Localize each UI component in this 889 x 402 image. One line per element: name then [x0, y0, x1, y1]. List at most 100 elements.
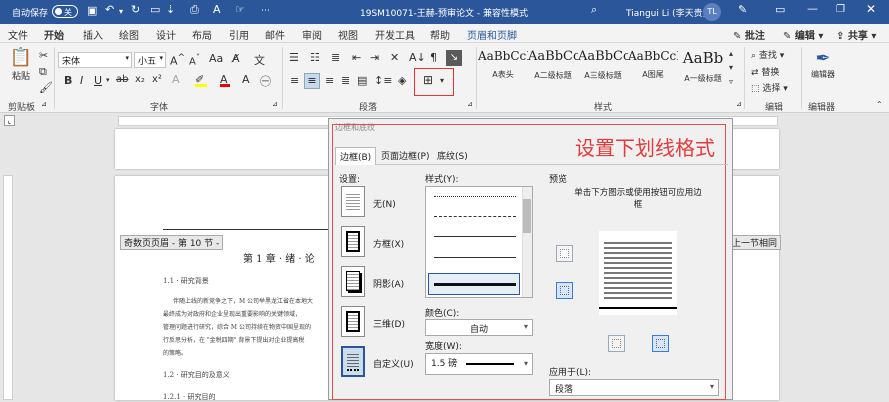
- replace-button[interactable]: ⇄ 替换: [751, 65, 779, 78]
- copy-icon[interactable]: ⧉: [39, 65, 47, 79]
- style-a-level3[interactable]: AaBbCc A三级标题: [578, 49, 628, 81]
- minimize-icon[interactable]: —: [807, 2, 818, 15]
- setting-box[interactable]: 方框(X): [373, 237, 404, 250]
- customize-qat-icon[interactable]: ⇣: [166, 3, 175, 16]
- middle-border-button[interactable]: [556, 282, 573, 299]
- pen-icon[interactable]: ✎: [738, 3, 747, 16]
- font-color-icon[interactable]: A: [220, 73, 230, 87]
- more-qat-icon[interactable]: ⋯: [261, 6, 270, 16]
- clear-format-icon[interactable]: A̸: [232, 52, 240, 65]
- cut-icon[interactable]: ✂: [39, 49, 48, 62]
- align-right-icon[interactable]: ≡: [325, 74, 334, 87]
- chinese-layout-icon[interactable]: ✕: [390, 51, 399, 64]
- phonetic-icon[interactable]: 文: [254, 52, 265, 68]
- change-case-icon[interactable]: Aa: [209, 52, 223, 65]
- annotate-button[interactable]: ✎ 批注: [733, 27, 765, 42]
- tab-developer[interactable]: 开发工具: [375, 27, 415, 42]
- underline-dropdown-icon[interactable]: ▾: [106, 76, 110, 84]
- tab-draw[interactable]: 绘图: [119, 27, 139, 42]
- text-effects-icon[interactable]: A: [172, 73, 180, 86]
- style-a-level1[interactable]: AaBb A一级标题: [678, 49, 728, 84]
- border-preview[interactable]: [599, 231, 677, 315]
- clipboard-launcher-icon[interactable]: ⊿: [41, 100, 47, 108]
- styles-down-icon[interactable]: ▾: [729, 63, 733, 72]
- setting-custom-icon[interactable]: [341, 346, 365, 377]
- tab-layout[interactable]: 布局: [192, 27, 212, 42]
- sort-icon[interactable]: A↓: [409, 51, 426, 64]
- style-a-level2[interactable]: AaBbCc A二级标题: [528, 49, 578, 81]
- setting-none-icon[interactable]: [341, 186, 365, 217]
- redo-icon[interactable]: ↻: [131, 3, 140, 16]
- print-preview-icon[interactable]: ⎙: [190, 3, 199, 17]
- styles-up-icon[interactable]: ▴: [729, 49, 733, 58]
- font-size-select[interactable]: 小五 ▾: [134, 52, 166, 68]
- distribute-icon[interactable]: ▤: [357, 74, 367, 87]
- font-name-select[interactable]: 宋体 ▾: [58, 52, 132, 68]
- paragraph-launcher-icon[interactable]: ⊿: [467, 100, 473, 108]
- setting-3d[interactable]: 三维(D): [373, 317, 405, 330]
- text-icon[interactable]: A: [213, 3, 221, 16]
- tab-review[interactable]: 审阅: [302, 27, 322, 42]
- color-select[interactable]: 自动 ▾: [425, 319, 533, 336]
- share-button[interactable]: ⇪ 共享 ▾: [836, 27, 876, 42]
- font-launcher-icon[interactable]: ⊿: [272, 100, 278, 108]
- undo-dropdown-icon[interactable]: ▾: [119, 7, 123, 16]
- tab-page-border[interactable]: 页面边框(P): [377, 147, 433, 164]
- line-spacing-icon[interactable]: ↕≡: [374, 74, 392, 87]
- tab-help[interactable]: 帮助: [430, 27, 450, 42]
- increase-indent-icon[interactable]: ⇥: [370, 51, 379, 64]
- find-button[interactable]: ⌕ 查找 ▾: [751, 48, 784, 61]
- tab-insert[interactable]: 插入: [83, 27, 103, 42]
- underline-icon[interactable]: U: [94, 74, 102, 87]
- borders-dropdown-icon[interactable]: ▾: [440, 76, 444, 85]
- setting-none[interactable]: 无(N): [373, 197, 396, 210]
- top-border-button[interactable]: [556, 245, 573, 262]
- setting-3d-icon[interactable]: [341, 306, 365, 337]
- apply-to-select[interactable]: 段落 ▾: [549, 379, 719, 396]
- search-icon[interactable]: ⌕: [591, 3, 597, 17]
- setting-shadow[interactable]: 阴影(A): [373, 277, 404, 290]
- tab-design[interactable]: 设计: [156, 27, 176, 42]
- subscript-icon[interactable]: x₂: [135, 74, 145, 85]
- right-border-button[interactable]: [652, 335, 669, 352]
- format-painter-icon[interactable]: 🖌: [39, 81, 53, 94]
- bold-icon[interactable]: B: [64, 74, 72, 87]
- align-center-icon[interactable]: ≡: [304, 73, 320, 89]
- select-button[interactable]: ⬚ 选择 ▾: [751, 81, 788, 94]
- justify-icon[interactable]: ≣: [341, 74, 350, 87]
- collapse-ribbon-icon[interactable]: ⌃: [876, 100, 883, 109]
- char-shading-icon[interactable]: A: [242, 73, 250, 86]
- numbering-icon[interactable]: ☷: [310, 51, 320, 64]
- shrink-font-icon[interactable]: A˅: [189, 52, 200, 67]
- tab-references[interactable]: 引用: [229, 27, 249, 42]
- left-border-button[interactable]: [608, 335, 625, 352]
- align-left-icon[interactable]: ≡: [290, 74, 299, 87]
- edit-mode-button[interactable]: ✎ 编辑 ▾: [783, 27, 823, 42]
- multilevel-icon[interactable]: ≣: [331, 51, 340, 64]
- strikethrough-icon[interactable]: ab: [116, 74, 128, 85]
- styles-more-icon[interactable]: ▿: [729, 77, 733, 86]
- editor-button[interactable]: ✒ 编辑器: [808, 48, 838, 80]
- setting-shadow-icon[interactable]: [341, 266, 365, 297]
- restore-icon[interactable]: ❐: [836, 4, 845, 15]
- tab-mailings[interactable]: 邮件: [265, 27, 285, 42]
- line-style-list[interactable]: [425, 186, 533, 298]
- close-icon[interactable]: ✕: [866, 2, 876, 16]
- grow-font-icon[interactable]: A^: [170, 52, 185, 68]
- styles-launcher-icon[interactable]: ⊿: [736, 100, 742, 108]
- tab-file[interactable]: 文件: [8, 27, 28, 42]
- setting-custom[interactable]: 自定义(U): [373, 357, 414, 370]
- style-a-figure[interactable]: AaBbCcDdA图尾: [628, 49, 678, 80]
- enclose-char-icon[interactable]: ㊀: [260, 73, 271, 89]
- tab-shading[interactable]: 底纹(S): [433, 147, 472, 164]
- new-doc-icon[interactable]: ▭: [150, 3, 160, 16]
- save-icon[interactable]: ▣: [87, 4, 97, 17]
- tab-selector-icon[interactable]: ⌞: [4, 115, 15, 126]
- tab-header-footer[interactable]: 页眉和页脚: [467, 27, 517, 42]
- italic-icon[interactable]: I: [80, 74, 83, 87]
- highlight-icon[interactable]: ✐: [195, 73, 207, 87]
- bullets-icon[interactable]: ☰: [289, 51, 299, 64]
- show-marks-icon[interactable]: ¶: [430, 51, 437, 64]
- borders-button-highlight[interactable]: ⊞ ▾: [414, 68, 454, 96]
- decrease-indent-icon[interactable]: ⇤: [352, 51, 361, 64]
